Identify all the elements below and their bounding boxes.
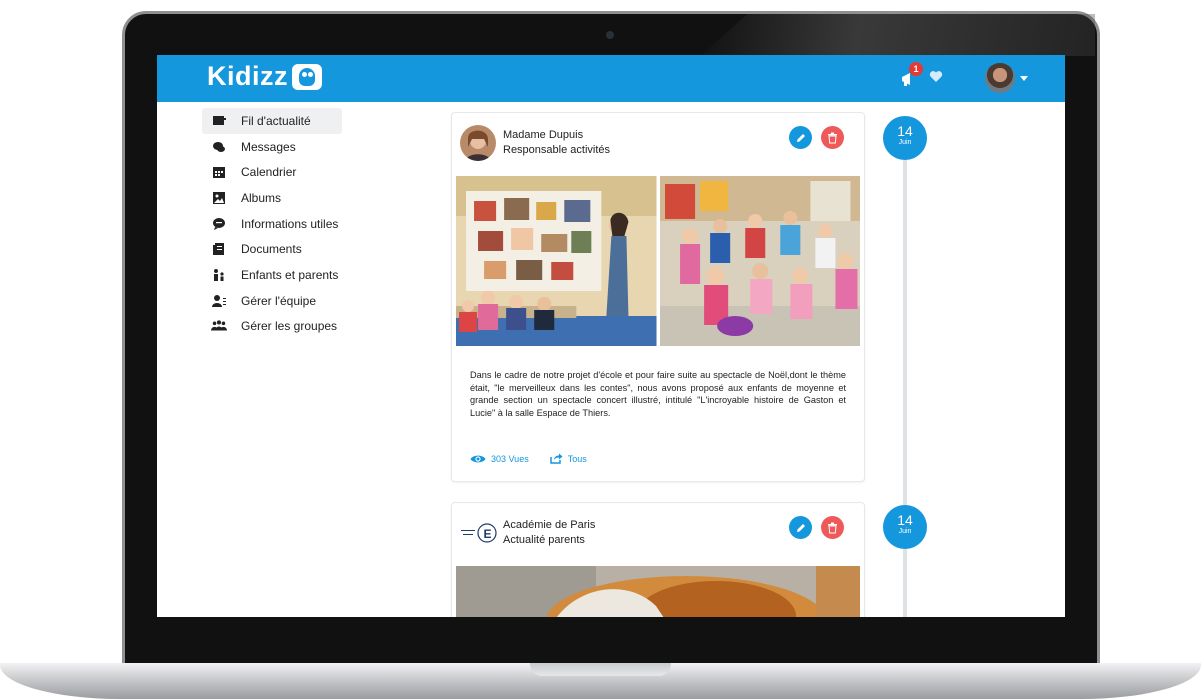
sidebar-item-documents[interactable]: Documents [202,236,342,262]
team-icon [211,294,227,308]
date-badge: 14 Juin [883,505,927,549]
date-day: 14 [897,512,913,528]
notification-badge: 1 [909,62,923,76]
kidizz-logo[interactable]: Kidizz [207,61,322,92]
sidebar-item-label: Gérer l'équipe [241,293,316,308]
svg-text:E: E [484,527,492,541]
delete-post-button[interactable] [821,126,844,149]
sidebar-item-informations-utiles[interactable]: Informations utiles [202,211,342,237]
author-name: Académie de Paris [503,519,596,531]
delete-post-button[interactable] [821,516,844,539]
logo-text: Kidizz [207,61,288,91]
pencil-icon [796,133,805,142]
groups-icon [211,319,227,333]
sidebar-item-albums[interactable]: Albums [202,185,342,211]
share-audience[interactable]: Tous [568,454,587,464]
trash-icon [828,132,837,143]
post-photo-children-circle[interactable] [659,176,860,346]
calendar-icon [211,165,227,179]
top-navbar: Kidizz 1 [157,55,1065,102]
post-photo-classroom-wall[interactable] [456,176,657,346]
post-photos [456,566,860,617]
author-role: Actualité parents [503,534,585,546]
edit-post-button[interactable] [789,126,812,149]
date-month: Juin [898,139,912,146]
screen-glare [700,14,1095,56]
webcam [606,31,614,39]
sidebar-item-label: Messages [241,139,296,154]
app-screen: Kidizz 1 Fil d'actualité Messages Calend… [157,55,1065,617]
post-photo-lion[interactable] [456,566,860,617]
laptop-notch [530,663,671,676]
user-avatar[interactable] [985,63,1015,93]
post-header: E Académie de Paris Actualité parents [460,515,856,553]
author-avatar[interactable] [460,125,496,161]
sidebar-item-label: Documents [241,242,302,257]
date-month: Juin [898,528,912,535]
post-photos [456,176,860,346]
sidebar-item-label: Fil d'actualité [241,113,311,128]
edit-post-button[interactable] [789,516,812,539]
sidebar-item-gerer-groupes[interactable]: Gérer les groupes [202,314,342,340]
newspaper-icon [211,114,227,128]
sidebar-item-gerer-equipe[interactable]: Gérer l'équipe [202,288,342,314]
info-bubble-icon [211,217,227,231]
sidebar-item-label: Informations utiles [241,216,339,231]
sidebar-item-label: Gérer les groupes [241,319,338,334]
sidebar-item-fil-actualite[interactable]: Fil d'actualité [202,108,342,134]
sidebar-item-label: Calendrier [241,165,297,180]
share-icon [549,453,563,464]
sidebar-item-messages[interactable]: Messages [202,134,342,160]
owl-logo-icon [292,63,322,90]
chevron-down-icon[interactable] [1020,76,1028,81]
sidebar-item-label: Albums [241,190,282,205]
author-name: Madame Dupuis [503,129,584,141]
eye-icon [470,455,486,462]
document-icon [211,242,227,256]
family-icon [211,268,227,282]
sidebar-item-label: Enfants et parents [241,267,339,282]
date-day: 14 [897,123,913,139]
trash-icon [828,522,837,533]
post-body: Dans le cadre de notre projet d'école et… [470,370,846,418]
author-role: Responsable activités [503,144,611,156]
pencil-icon [796,523,805,532]
education-nationale-logo: E [461,523,497,543]
sidebar-item-enfants-parents[interactable]: Enfants et parents [202,262,342,288]
post-card: Madame Dupuis Responsable activités Dans… [451,112,865,482]
post-header: Madame Dupuis Responsable activités [460,125,856,163]
views-count[interactable]: 303 Vues [491,454,529,464]
post-stats: 303 Vues Tous [470,453,587,464]
sidebar-item-calendrier[interactable]: Calendrier [202,159,342,185]
image-icon [211,191,227,205]
chat-icon [211,140,227,154]
heart-icon[interactable] [929,70,943,83]
sidebar-nav: Fil d'actualité Messages Calendrier Albu… [202,108,342,339]
post-card: E Académie de Paris Actualité parents [451,502,865,617]
date-badge: 14 Juin [883,116,927,160]
